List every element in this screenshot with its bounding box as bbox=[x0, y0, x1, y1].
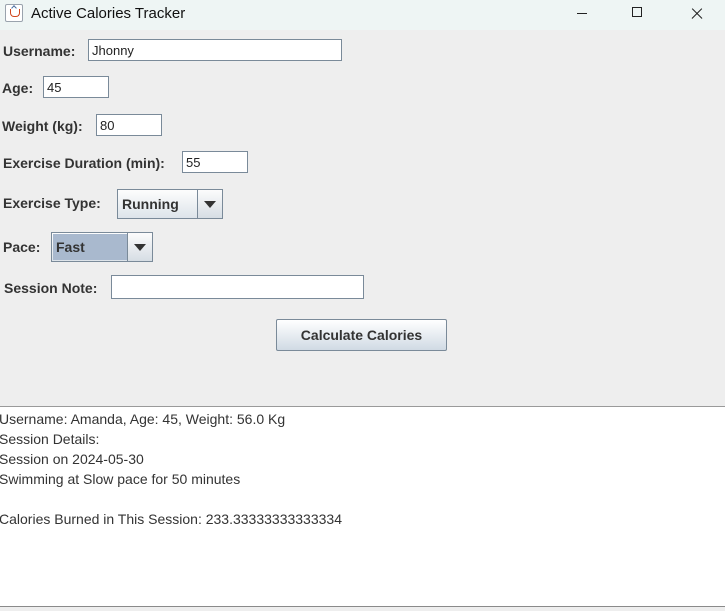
maximize-button[interactable] bbox=[615, 0, 661, 30]
dropdown-arrow-icon[interactable] bbox=[197, 190, 222, 218]
calculate-calories-button[interactable]: Calculate Calories bbox=[276, 319, 447, 351]
output-line: Swimming at Slow pace for 50 minutes bbox=[0, 471, 241, 487]
output-text-area[interactable]: Username: Amanda, Age: 45, Weight: 56.0 … bbox=[0, 406, 725, 607]
exercise-type-label: Exercise Type: bbox=[3, 195, 101, 211]
java-cup-icon bbox=[5, 4, 23, 22]
pace-value: Fast bbox=[53, 234, 129, 260]
app-window: Active Calories Tracker Username: Age: W… bbox=[0, 0, 725, 611]
pace-select[interactable]: Fast bbox=[51, 232, 153, 262]
session-note-input[interactable] bbox=[111, 275, 364, 299]
minimize-button[interactable] bbox=[559, 0, 605, 30]
exercise-type-select[interactable]: Running bbox=[117, 189, 223, 219]
weight-label: Weight (kg): bbox=[2, 118, 83, 134]
dropdown-arrow-icon[interactable] bbox=[127, 233, 152, 261]
title-bar: Active Calories Tracker bbox=[0, 0, 725, 30]
close-button[interactable] bbox=[673, 0, 719, 30]
output-line: Session Details: bbox=[0, 431, 100, 447]
username-label: Username: bbox=[3, 43, 76, 59]
session-note-label: Session Note: bbox=[4, 280, 98, 296]
age-input[interactable] bbox=[43, 76, 109, 98]
window-title: Active Calories Tracker bbox=[31, 5, 186, 22]
duration-label: Exercise Duration (min): bbox=[3, 155, 165, 171]
weight-input[interactable] bbox=[96, 114, 162, 136]
age-label: Age: bbox=[2, 80, 34, 96]
output-line: Session on 2024-05-30 bbox=[0, 451, 144, 467]
pace-label: Pace: bbox=[3, 239, 41, 255]
output-line: Username: Amanda, Age: 45, Weight: 56.0 … bbox=[0, 411, 286, 427]
exercise-type-value: Running bbox=[122, 196, 179, 212]
duration-input[interactable] bbox=[182, 151, 248, 173]
username-input[interactable] bbox=[88, 39, 342, 61]
output-line: Calories Burned in This Session: 233.333… bbox=[0, 511, 342, 527]
